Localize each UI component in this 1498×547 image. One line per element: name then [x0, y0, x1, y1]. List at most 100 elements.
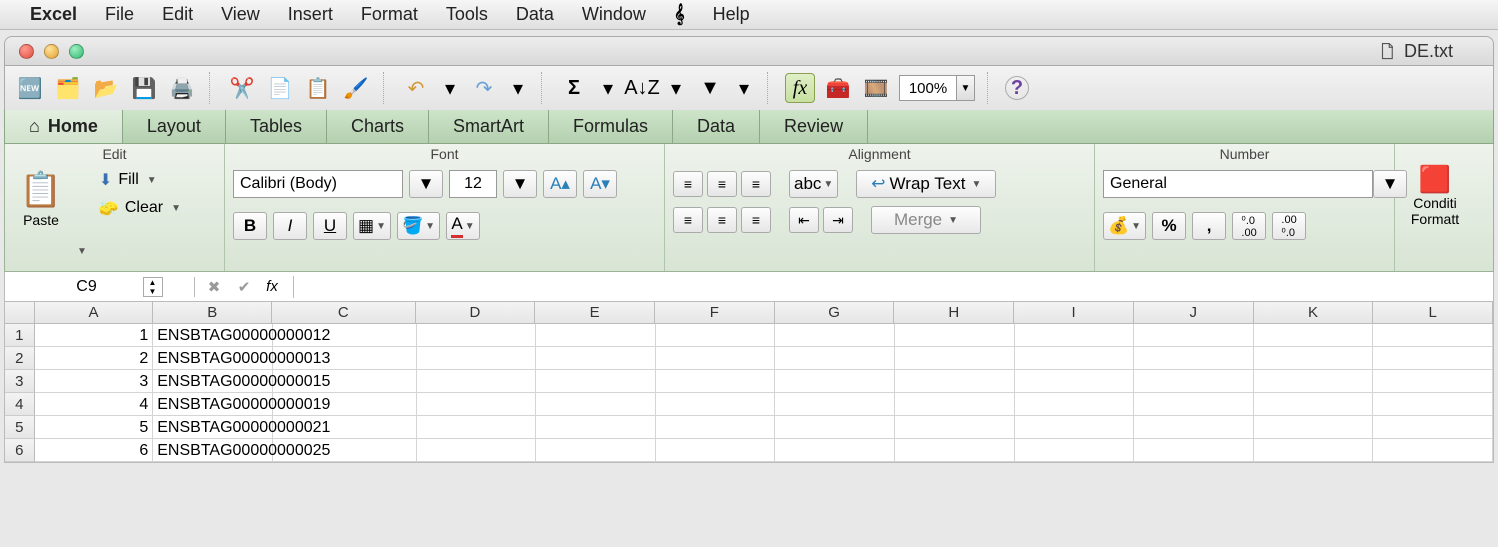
borders-button[interactable]: ▦▼ — [353, 212, 391, 240]
cut-icon[interactable]: ✂️ — [227, 73, 257, 103]
cell-L2[interactable] — [1373, 347, 1493, 370]
row-header[interactable]: 6 — [5, 439, 35, 462]
font-size-dropdown-icon[interactable]: ▼ — [503, 170, 537, 198]
cell-H2[interactable] — [895, 347, 1015, 370]
cell-K1[interactable] — [1254, 324, 1374, 347]
name-box-input[interactable] — [37, 278, 137, 296]
cell-F5[interactable] — [656, 416, 776, 439]
fill-button[interactable]: ⬇ Fill ▼ — [99, 170, 181, 190]
tab-layout[interactable]: Layout — [123, 110, 226, 143]
cell-B5[interactable]: ENSBTAG00000000021 — [153, 416, 273, 439]
cell-E2[interactable] — [536, 347, 656, 370]
align-right-button[interactable]: ≡ — [741, 207, 771, 233]
cell-F3[interactable] — [656, 370, 776, 393]
cell-J5[interactable] — [1134, 416, 1254, 439]
conditional-formatting-button[interactable]: 🟥 Conditi Formatt — [1403, 144, 1467, 227]
tab-formulas[interactable]: Formulas — [549, 110, 673, 143]
align-left-button[interactable]: ≡ — [673, 207, 703, 233]
menu-data[interactable]: Data — [516, 4, 554, 25]
align-bottom-button[interactable]: ≡ — [741, 171, 771, 197]
cell-E1[interactable] — [536, 324, 656, 347]
comma-button[interactable]: , — [1192, 212, 1226, 240]
cell-F2[interactable] — [656, 347, 776, 370]
italic-button[interactable]: I — [273, 212, 307, 240]
paste-dropdown-icon[interactable]: ▼ — [77, 246, 87, 257]
cell-C5[interactable] — [273, 416, 416, 439]
align-middle-button[interactable]: ≡ — [707, 171, 737, 197]
fill-color-button[interactable]: 🪣▼ — [397, 212, 440, 240]
cell-E5[interactable] — [536, 416, 656, 439]
bold-button[interactable]: B — [233, 212, 267, 240]
col-header-H[interactable]: H — [894, 302, 1014, 324]
menu-edit[interactable]: Edit — [162, 4, 193, 25]
fill-dropdown-icon[interactable]: ▼ — [147, 175, 157, 186]
cell-D6[interactable] — [417, 439, 537, 462]
merge-button[interactable]: Merge▼ — [871, 206, 981, 234]
col-header-B[interactable]: B — [153, 302, 272, 324]
col-header-L[interactable]: L — [1373, 302, 1493, 324]
tab-home[interactable]: Home — [5, 110, 123, 143]
menu-tools[interactable]: Tools — [446, 4, 488, 25]
cell-B1[interactable]: ENSBTAG00000000012 — [153, 324, 273, 347]
percent-button[interactable]: % — [1152, 212, 1186, 240]
cell-I4[interactable] — [1015, 393, 1135, 416]
cell-I6[interactable] — [1015, 439, 1135, 462]
save-icon[interactable]: 💾 — [129, 73, 159, 103]
col-header-I[interactable]: I — [1014, 302, 1134, 324]
cell-H3[interactable] — [895, 370, 1015, 393]
cell-H6[interactable] — [895, 439, 1015, 462]
cell-H5[interactable] — [895, 416, 1015, 439]
cancel-formula-icon[interactable]: ✖ — [203, 276, 225, 298]
cell-F6[interactable] — [656, 439, 776, 462]
copy-icon[interactable]: 📄 — [265, 73, 295, 103]
sort-icon[interactable]: A↓Z — [627, 73, 657, 103]
script-menu-icon[interactable]: 𝄞 — [674, 4, 685, 25]
cell-D3[interactable] — [417, 370, 537, 393]
font-name-dropdown-icon[interactable]: ▼ — [409, 170, 443, 198]
cell-K3[interactable] — [1254, 370, 1374, 393]
cell-A2[interactable]: 2 — [35, 347, 154, 370]
row-header[interactable]: 5 — [5, 416, 35, 439]
cell-A5[interactable]: 5 — [35, 416, 154, 439]
print-icon[interactable]: 🖨️ — [167, 73, 197, 103]
cell-B2[interactable]: ENSBTAG00000000013 — [153, 347, 273, 370]
filter-dropdown-icon[interactable]: ▾ — [733, 73, 755, 103]
cell-H1[interactable] — [895, 324, 1015, 347]
enter-formula-icon[interactable]: ✔ — [233, 276, 255, 298]
col-header-F[interactable]: F — [655, 302, 775, 324]
wrap-text-button[interactable]: ↩Wrap Text▼ — [856, 170, 996, 198]
col-header-D[interactable]: D — [416, 302, 536, 324]
undo-icon[interactable]: ↶ — [401, 73, 431, 103]
new-workbook-icon[interactable]: 🆕 — [15, 73, 45, 103]
menu-file[interactable]: File — [105, 4, 134, 25]
font-size-input[interactable]: 12 — [449, 170, 497, 198]
formula-input[interactable] — [294, 278, 1493, 296]
media-browser-icon[interactable]: 🎞️ — [861, 73, 891, 103]
number-format-select[interactable]: General — [1103, 170, 1373, 198]
menu-view[interactable]: View — [221, 4, 260, 25]
tab-smartart[interactable]: SmartArt — [429, 110, 549, 143]
undo-dropdown-icon[interactable]: ▾ — [439, 73, 461, 103]
cell-J1[interactable] — [1134, 324, 1254, 347]
cell-C2[interactable] — [273, 347, 416, 370]
tab-tables[interactable]: Tables — [226, 110, 327, 143]
cell-J6[interactable] — [1134, 439, 1254, 462]
orientation-button[interactable]: abc▼ — [789, 170, 838, 198]
autosum-icon[interactable]: Σ — [559, 73, 589, 103]
cell-G5[interactable] — [775, 416, 895, 439]
autosum-dropdown-icon[interactable]: ▾ — [597, 73, 619, 103]
menu-format[interactable]: Format — [361, 4, 418, 25]
row-header[interactable]: 3 — [5, 370, 35, 393]
cell-D4[interactable] — [417, 393, 537, 416]
cell-E3[interactable] — [536, 370, 656, 393]
cell-A3[interactable]: 3 — [35, 370, 154, 393]
menu-insert[interactable]: Insert — [288, 4, 333, 25]
cell-J2[interactable] — [1134, 347, 1254, 370]
format-painter-icon[interactable]: 🖌️ — [341, 73, 371, 103]
col-header-E[interactable]: E — [535, 302, 655, 324]
redo-icon[interactable]: ↷ — [469, 73, 499, 103]
paste-icon[interactable]: 📋 — [303, 73, 333, 103]
cell-C1[interactable] — [273, 324, 416, 347]
cell-K5[interactable] — [1254, 416, 1374, 439]
col-header-C[interactable]: C — [272, 302, 415, 324]
